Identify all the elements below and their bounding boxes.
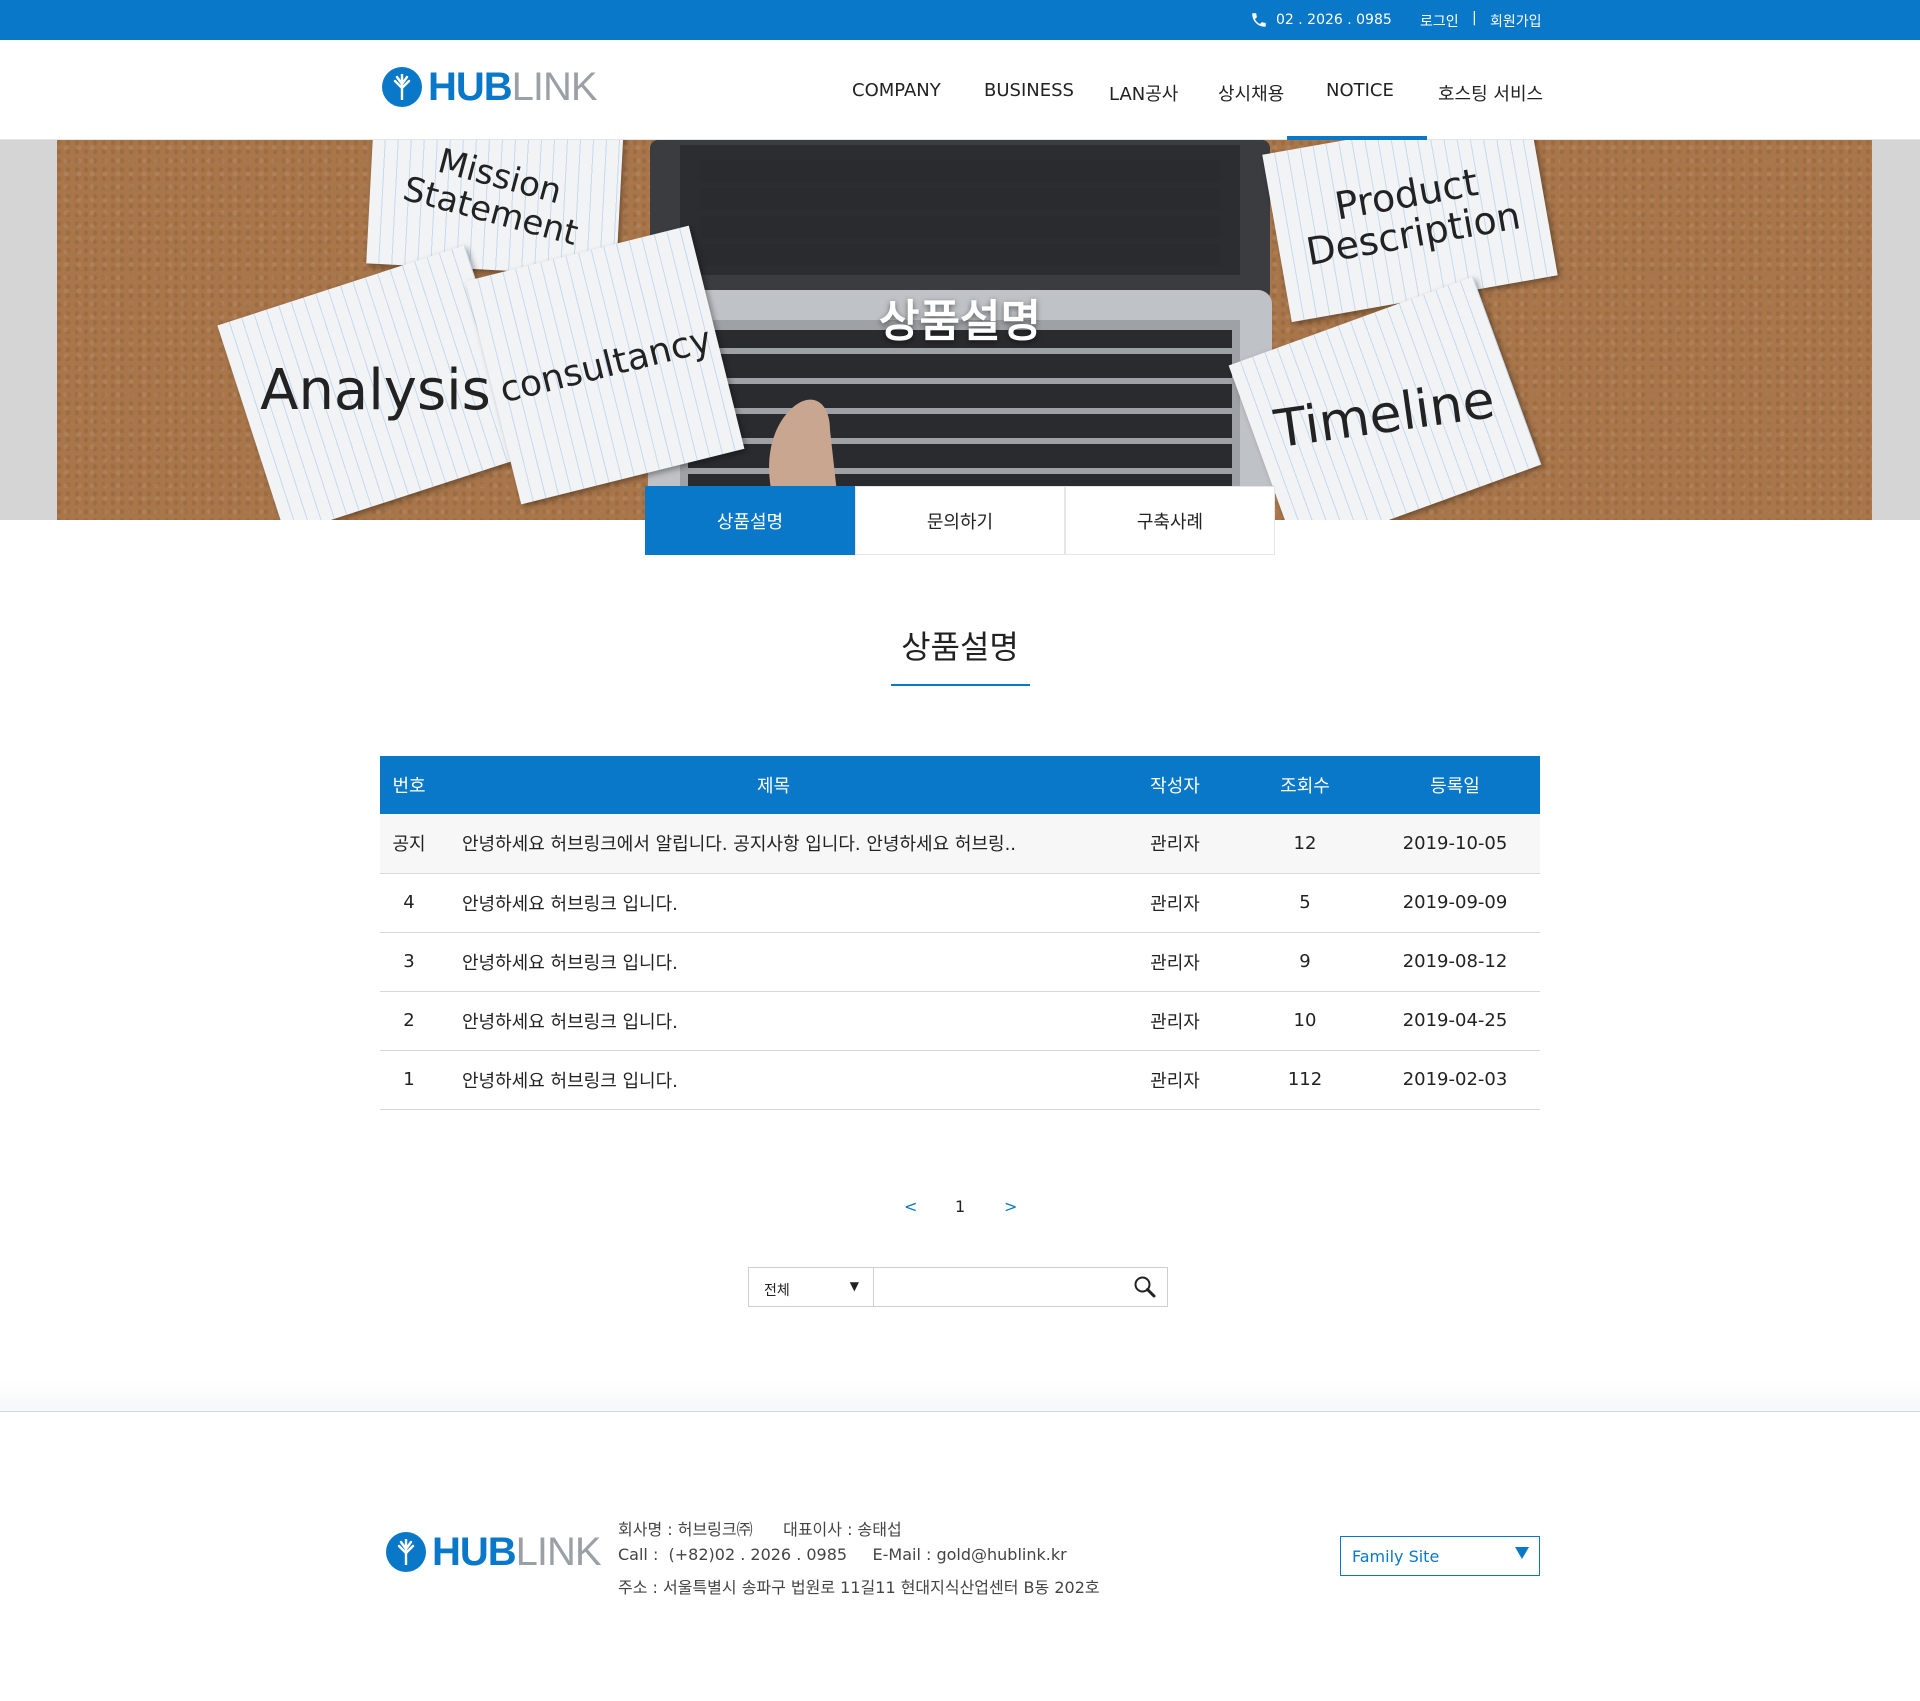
nav-recruit[interactable]: 상시채용 [1218, 80, 1284, 106]
search-bar: 전체 ▼ [748, 1267, 1168, 1307]
search-icon[interactable] [1133, 1275, 1157, 1299]
logo-mark-icon [386, 1532, 426, 1572]
row-writer: 관리자 [1110, 991, 1240, 1051]
section-title: 상품설명 [901, 628, 1019, 666]
table-row[interactable]: 공지 안녕하세요 허브링크에서 알립니다. 공지사항 입니다. 안녕하세요 허브… [380, 814, 1540, 874]
row-title-link[interactable]: 안녕하세요 허브링크 입니다. [438, 932, 1110, 992]
phone-number: 02 . 2026 . 0985 [1276, 12, 1392, 28]
nav-notice[interactable]: NOTICE [1326, 80, 1394, 101]
top-bar: 02 . 2026 . 0985 로그인 | 회원가입 [0, 0, 1920, 40]
row-date: 2019-09-09 [1370, 873, 1540, 933]
header-num: 번호 [380, 756, 438, 814]
row-num: 1 [380, 1050, 438, 1110]
row-views: 12 [1240, 814, 1370, 874]
pagination: < 1 > [0, 1197, 1920, 1217]
row-title-link[interactable]: 안녕하세요 허브링크 입니다. [438, 991, 1110, 1051]
logo-hub: HUB [432, 1530, 517, 1574]
logo-mark-icon [382, 67, 422, 107]
join-link[interactable]: 회원가입 [1490, 11, 1542, 31]
row-num: 공지 [380, 814, 438, 874]
page-number-current[interactable]: 1 [955, 1197, 965, 1216]
nav-lan[interactable]: LAN공사 [1109, 80, 1178, 106]
footer-fade [0, 1380, 1920, 1412]
row-date: 2019-02-03 [1370, 1050, 1540, 1110]
table-header-row: 번호 제목 작성자 조회수 등록일 [380, 756, 1540, 814]
row-views: 10 [1240, 991, 1370, 1051]
header-views: 조회수 [1240, 756, 1370, 814]
family-site-label: Family Site [1352, 1547, 1440, 1566]
note-timeline-text: Timeline [1271, 369, 1499, 461]
table-row[interactable]: 3 안녕하세요 허브링크 입니다. 관리자 9 2019-08-12 [380, 932, 1540, 992]
phone-info: 02 . 2026 . 0985 [1250, 11, 1392, 29]
header-logo[interactable]: HUBLINK [382, 65, 598, 109]
row-views: 9 [1240, 932, 1370, 992]
footer-company-info: 회사명 : 허브링크㈜ 대표이사 : 송태섭 [618, 1520, 902, 1539]
search-scope-select[interactable]: 전체 ▼ [749, 1268, 874, 1306]
site-header: HUBLINK COMPANY BUSINESS LAN공사 상시채용 NOTI… [0, 40, 1920, 140]
prev-page-button[interactable]: < [904, 1197, 917, 1216]
dropdown-arrow-icon: ▼ [849, 1279, 859, 1293]
dropdown-arrow-icon [1515, 1547, 1529, 1559]
row-writer: 관리자 [1110, 1050, 1240, 1110]
tab-cases[interactable]: 구축사례 [1065, 486, 1275, 555]
logo-link: LINK [515, 1530, 602, 1574]
row-num: 2 [380, 991, 438, 1051]
footer-logo[interactable]: HUBLINK [386, 1530, 602, 1574]
row-writer: 관리자 [1110, 932, 1240, 992]
header-date: 등록일 [1370, 756, 1540, 814]
table-row[interactable]: 2 안녕하세요 허브링크 입니다. 관리자 10 2019-04-25 [380, 991, 1540, 1051]
nav-company[interactable]: COMPANY [852, 80, 941, 101]
nav-hosting[interactable]: 호스팅 서비스 [1438, 80, 1543, 106]
row-title-link[interactable]: 안녕하세요 허브링크 입니다. [438, 1050, 1110, 1110]
row-date: 2019-04-25 [1370, 991, 1540, 1051]
row-title-link[interactable]: 안녕하세요 허브링크에서 알립니다. 공지사항 입니다. 안녕하세요 허브링.. [438, 814, 1110, 874]
note-product-text: Product Description [1302, 160, 1524, 275]
note-analysis-text: Analysis [259, 357, 491, 423]
table-row[interactable]: 4 안녕하세요 허브링크 입니다. 관리자 5 2019-09-09 [380, 873, 1540, 933]
site-footer: HUBLINK 회사명 : 허브링크㈜ 대표이사 : 송태섭 Call : (+… [0, 1411, 1920, 1701]
row-writer: 관리자 [1110, 873, 1240, 933]
header-writer: 작성자 [1110, 756, 1240, 814]
sub-tabs: 상품설명 문의하기 구축사례 [645, 486, 1275, 555]
tab-inquiry[interactable]: 문의하기 [855, 486, 1065, 555]
row-date: 2019-08-12 [1370, 932, 1540, 992]
section-title-underline [891, 684, 1030, 686]
footer-contact-info: Call : (+82)02 . 2026 . 0985 E-Mail : go… [618, 1545, 1067, 1564]
tab-product[interactable]: 상품설명 [645, 486, 855, 555]
logo-wordmark: HUBLINK [432, 1530, 602, 1574]
footer-address: 주소 : 서울특별시 송파구 법원로 11길11 현대지식산업센터 B동 202… [618, 1578, 1100, 1597]
row-num: 4 [380, 873, 438, 933]
table-row[interactable]: 1 안녕하세요 허브링크 입니다. 관리자 112 2019-02-03 [380, 1050, 1540, 1110]
logo-hub: HUB [428, 65, 513, 109]
login-link[interactable]: 로그인 [1420, 11, 1459, 31]
row-title-link[interactable]: 안녕하세요 허브링크 입니다. [438, 873, 1110, 933]
board-table: 번호 제목 작성자 조회수 등록일 공지 안녕하세요 허브링크에서 알립니다. … [380, 756, 1540, 1110]
banner-title: 상품설명 [879, 296, 1041, 347]
next-page-button[interactable]: > [1004, 1197, 1017, 1216]
row-date: 2019-10-05 [1370, 814, 1540, 874]
row-writer: 관리자 [1110, 814, 1240, 874]
note-mission-text: Mission Statement [399, 141, 583, 254]
row-views: 112 [1240, 1050, 1370, 1110]
row-views: 5 [1240, 873, 1370, 933]
family-site-select[interactable]: Family Site [1340, 1536, 1540, 1576]
logo-wordmark: HUBLINK [428, 65, 598, 109]
search-input[interactable] [875, 1268, 1125, 1306]
nav-business[interactable]: BUSINESS [984, 80, 1074, 101]
phone-icon [1252, 13, 1266, 27]
topbar-separator: | [1472, 10, 1477, 26]
header-title: 제목 [438, 756, 1110, 814]
search-scope-value: 전체 [764, 1283, 790, 1299]
logo-link: LINK [511, 65, 598, 109]
row-num: 3 [380, 932, 438, 992]
